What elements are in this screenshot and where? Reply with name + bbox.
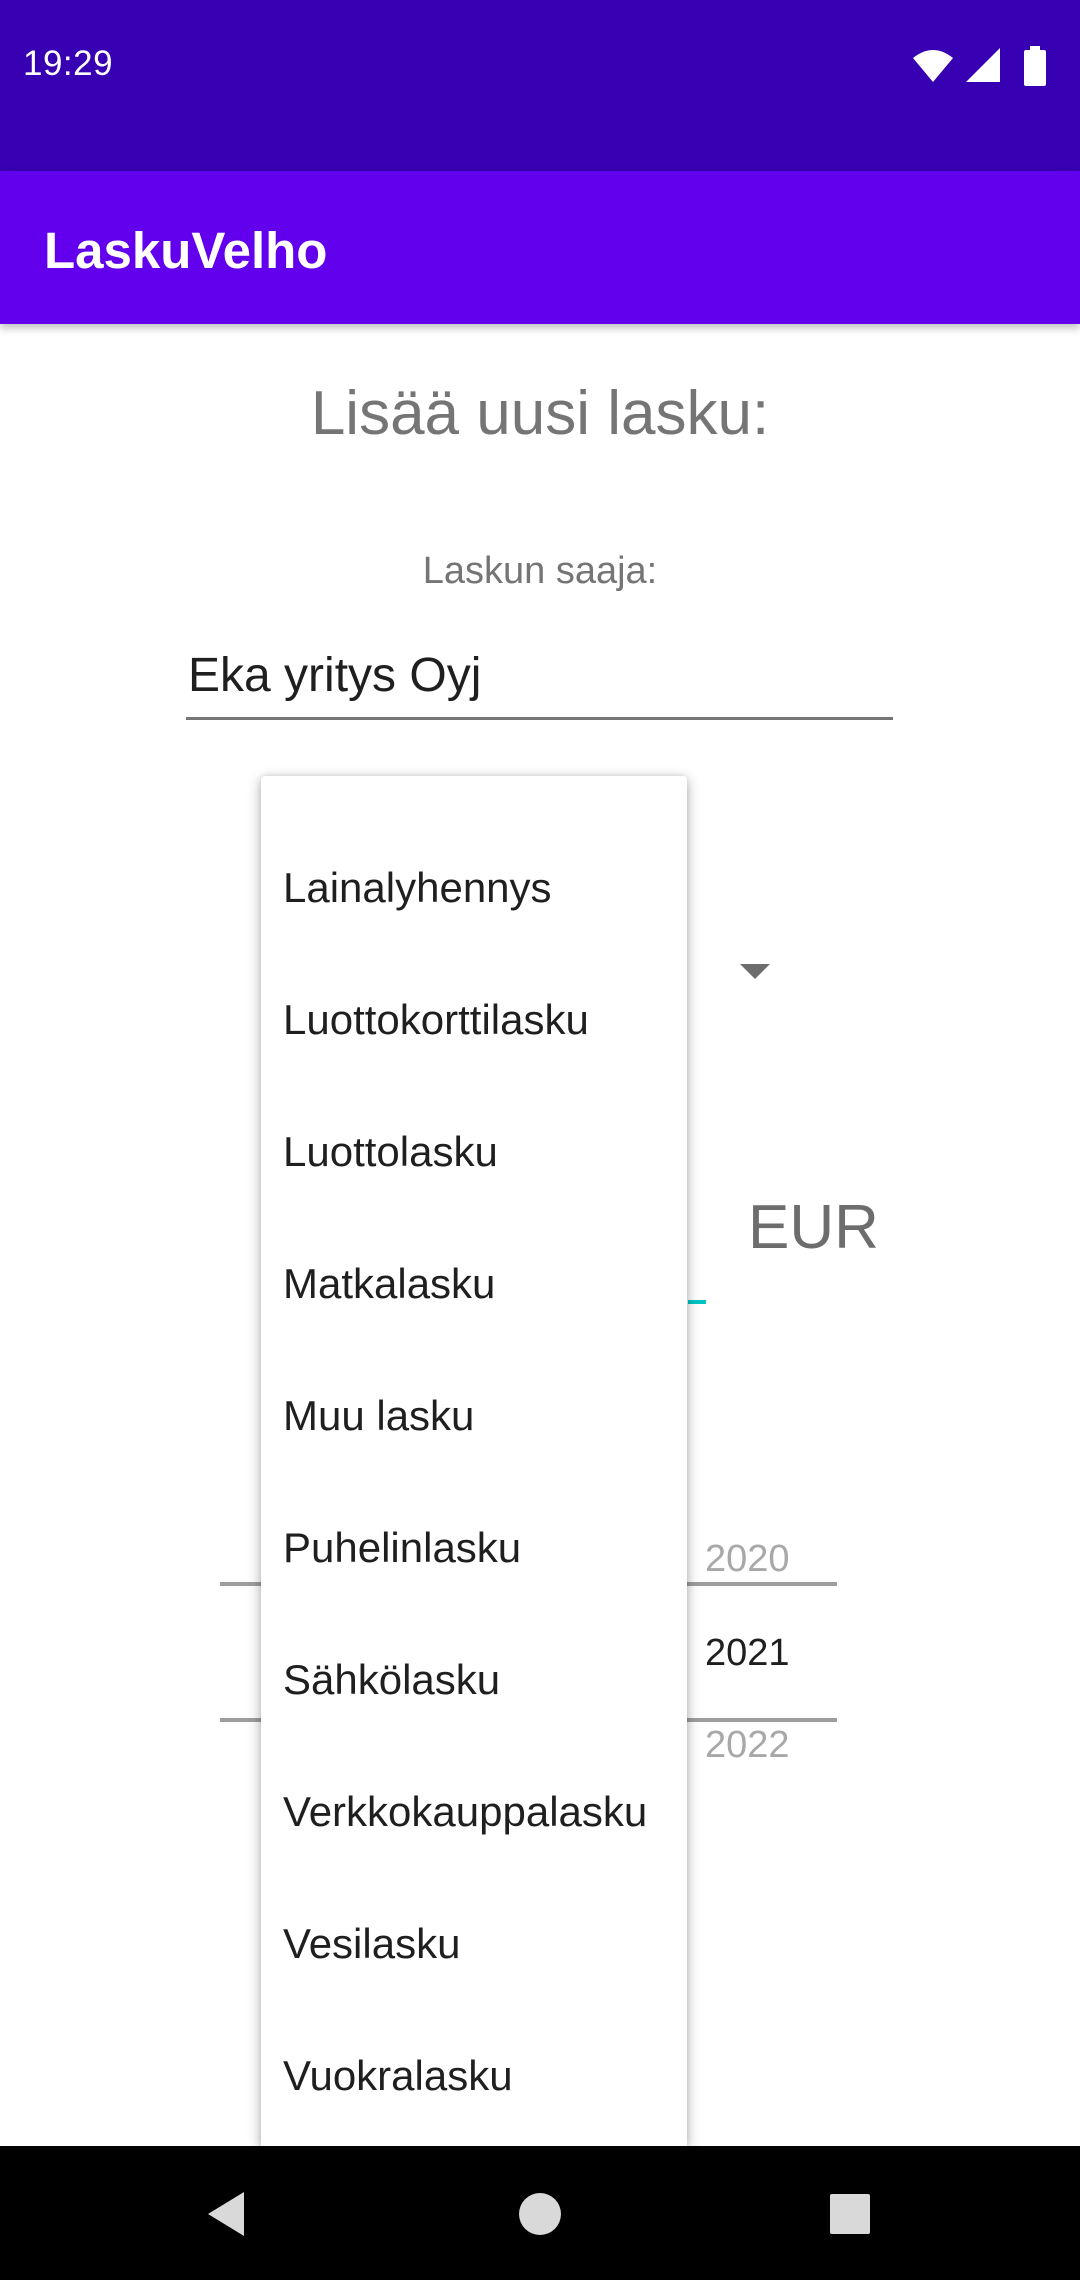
page-title: Lisää uusi lasku: — [310, 379, 770, 448]
home-icon[interactable] — [510, 2188, 570, 2240]
app-title: LaskuVelho — [44, 222, 328, 279]
invoice-type-dropdown[interactable]: Huoltolasku Lainalyhennys Luottokorttila… — [261, 776, 687, 2146]
back-icon[interactable] — [200, 2188, 260, 2240]
dropdown-list: Huoltolasku Lainalyhennys Luottokorttila… — [261, 776, 687, 2142]
dropdown-item[interactable]: Luottolasku — [261, 1086, 687, 1218]
battery-icon — [1024, 46, 1046, 86]
dropdown-item[interactable]: Lainalyhennys — [261, 822, 687, 954]
dropdown-item[interactable]: Matkalasku — [261, 1218, 687, 1350]
year-picker-current[interactable]: 2021 — [705, 1632, 790, 1675]
dropdown-item[interactable]: Muu lasku — [261, 1350, 687, 1482]
app-bar: LaskuVelho — [0, 171, 1080, 324]
dropdown-item[interactable]: Huoltolasku — [261, 776, 687, 822]
status-time: 19:29 — [23, 44, 114, 83]
year-picker-previous[interactable]: 2020 — [705, 1538, 790, 1581]
recipient-label: Laskun saaja: — [422, 550, 658, 592]
dropdown-item[interactable]: Sähkölasku — [261, 1614, 687, 1746]
currency-label: EUR — [748, 1193, 879, 1262]
dropdown-item[interactable]: Puhelinlasku — [261, 1482, 687, 1614]
dropdown-item[interactable]: Luottokorttilasku — [261, 954, 687, 1086]
recipient-input[interactable]: Eka yritys Oyj — [186, 646, 893, 720]
year-picker-next[interactable]: 2022 — [705, 1724, 790, 1767]
status-bar: 19:29 — [0, 0, 1080, 171]
navigation-bar — [0, 2146, 1080, 2280]
wifi-icon — [913, 50, 953, 82]
dropdown-item[interactable]: Verkkokauppalasku — [261, 1746, 687, 1878]
chevron-down-icon[interactable] — [740, 964, 770, 979]
signal-icon — [966, 48, 1000, 82]
dropdown-item[interactable]: Vesilasku — [261, 1878, 687, 2010]
amount-input-underline[interactable] — [688, 1300, 706, 1304]
dropdown-item[interactable]: Vuokralasku — [261, 2010, 687, 2142]
recents-icon[interactable] — [820, 2188, 880, 2240]
status-icons — [912, 46, 1062, 86]
